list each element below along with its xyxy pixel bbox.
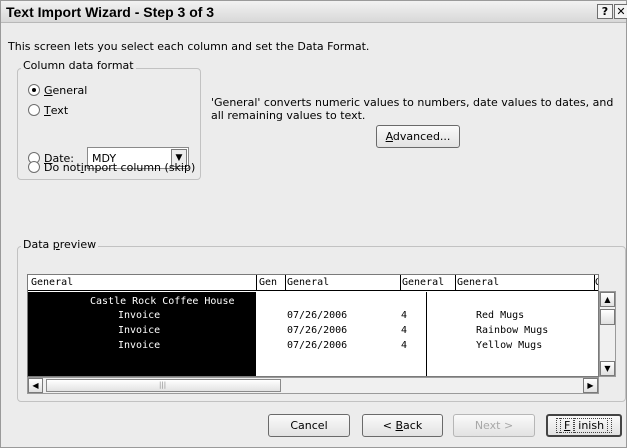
radio-general-mnemonic: G	[44, 83, 53, 97]
radio-text-label: ext	[50, 103, 69, 117]
preview-cell: Rainbow Mugs	[476, 325, 549, 336]
help-button[interactable]: ?	[597, 4, 613, 19]
data-preview-grid[interactable]: General Gen General General General G Ca…	[27, 274, 599, 377]
preview-cell: Invoice	[118, 340, 161, 351]
preview-cell: 4	[401, 310, 408, 321]
radio-text[interactable]: Text	[28, 102, 68, 118]
column-data-format-legend: Column data format	[21, 59, 136, 72]
radio-selected-dot	[32, 88, 36, 92]
preview-header-row: General Gen General General General G	[28, 275, 598, 291]
close-button[interactable]: ✕	[614, 4, 627, 19]
intro-text: This screen lets you select each column …	[8, 40, 370, 53]
advanced-mnemonic: A	[385, 130, 393, 143]
data-preview-legend-mnemonic: p	[52, 238, 60, 251]
column-divider[interactable]	[455, 275, 456, 291]
data-preview-legend-rest: review	[59, 238, 97, 251]
radio-skip-label: mport column (skip)	[83, 160, 196, 174]
back-label: ack	[403, 419, 423, 432]
column-divider[interactable]	[400, 275, 401, 291]
preview-cell: Red Mugs	[476, 310, 525, 321]
back-mnemonic: B	[395, 419, 404, 432]
column-header[interactable]: General	[457, 277, 592, 291]
window-title: Text Import Wizard - Step 3 of 3	[6, 4, 215, 20]
radio-skip[interactable]: Do not i mport column (skip)	[28, 159, 195, 175]
preview-body: Castle Rock Coffee House Invoice 07/26/2…	[28, 292, 598, 376]
format-description: 'General' converts numeric values to num…	[211, 96, 614, 122]
advanced-button[interactable]: Advanced...	[376, 125, 460, 148]
title-bar[interactable]: Text Import Wizard - Step 3 of 3 ? ✕	[1, 1, 627, 23]
radio-skip-icon[interactable]	[28, 161, 40, 173]
radio-text-mnemonic: T	[44, 103, 51, 117]
preview-cell: 07/26/2006	[287, 340, 348, 351]
data-preview-legend-pre: Data	[23, 238, 53, 251]
preview-cell: 4	[401, 340, 408, 351]
finish-mnemonic: F	[559, 418, 575, 433]
finish-button[interactable]: Finish	[546, 414, 622, 437]
vertical-scrollbar[interactable]: ▲ ▼	[599, 291, 616, 377]
vertical-scroll-thumb[interactable]	[600, 309, 615, 325]
radio-general-icon[interactable]	[28, 84, 40, 96]
radio-text-icon[interactable]	[28, 104, 40, 116]
preview-cell: Yellow Mugs	[476, 340, 543, 351]
grip-icon: |||	[159, 381, 167, 389]
radio-general[interactable]: General	[28, 82, 87, 98]
column-header[interactable]: G	[595, 277, 598, 291]
column-header[interactable]: General	[287, 277, 397, 291]
finish-label: inish	[574, 418, 609, 433]
preview-cell: 07/26/2006	[287, 325, 348, 336]
scroll-up-icon[interactable]: ▲	[600, 292, 615, 307]
radio-general-label: eneral	[52, 83, 88, 97]
column-divider[interactable]	[285, 275, 286, 291]
preview-cell: Invoice	[118, 325, 161, 336]
column-header[interactable]: Gen	[259, 277, 284, 291]
back-label-pre: <	[382, 419, 396, 432]
horizontal-scroll-thumb[interactable]: |||	[46, 379, 281, 392]
column-header[interactable]: General	[402, 277, 454, 291]
column-divider	[426, 292, 427, 376]
horizontal-scrollbar[interactable]: ◀ ||| ▶	[27, 377, 599, 394]
preview-cell: Castle Rock Coffee House	[90, 296, 235, 307]
advanced-label: dvanced...	[392, 130, 451, 143]
preview-cell: 4	[401, 325, 408, 336]
text-import-wizard-dialog: Text Import Wizard - Step 3 of 3 ? ✕ Thi…	[0, 0, 627, 448]
column-divider[interactable]	[256, 275, 257, 291]
next-button: Next >	[453, 414, 535, 437]
column-header[interactable]: General	[31, 277, 256, 291]
preview-cell: 07/26/2006	[287, 310, 348, 321]
scroll-left-icon[interactable]: ◀	[28, 378, 43, 393]
scroll-down-icon[interactable]: ▼	[600, 361, 615, 376]
back-button[interactable]: < Back	[362, 414, 443, 437]
radio-skip-label-pre: Do not	[44, 160, 81, 174]
scroll-right-icon[interactable]: ▶	[583, 378, 598, 393]
data-preview-legend: Data preview	[21, 238, 99, 251]
cancel-button[interactable]: Cancel	[268, 414, 350, 437]
preview-cell: Invoice	[118, 310, 161, 321]
